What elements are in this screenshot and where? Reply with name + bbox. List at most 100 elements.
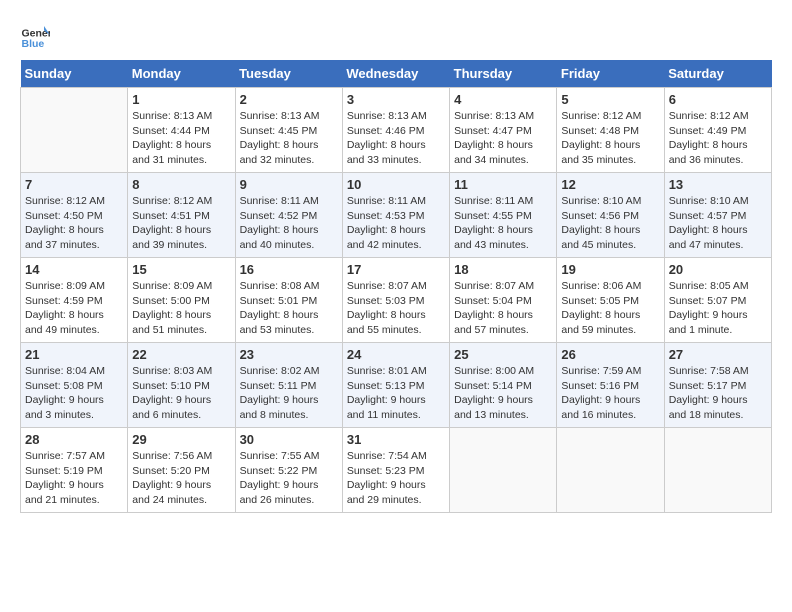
day-number: 10 — [347, 177, 445, 192]
calendar-cell: 14 Sunrise: 8:09 AMSunset: 4:59 PMDayligh… — [21, 258, 128, 343]
day-info: Sunrise: 8:06 AMSunset: 5:05 PMDaylight:… — [561, 279, 659, 338]
day-number: 9 — [240, 177, 338, 192]
calendar-cell: 30 Sunrise: 7:55 AMSunset: 5:22 PMDayligh… — [235, 428, 342, 513]
day-info: Sunrise: 8:00 AMSunset: 5:14 PMDaylight:… — [454, 364, 552, 423]
day-info: Sunrise: 8:09 AMSunset: 4:59 PMDaylight:… — [25, 279, 123, 338]
header-wednesday: Wednesday — [342, 60, 449, 88]
calendar-cell: 17 Sunrise: 8:07 AMSunset: 5:03 PMDayligh… — [342, 258, 449, 343]
calendar-cell: 21Sunrise: 8:04 AMSunset: 5:08 PMDayligh… — [21, 343, 128, 428]
calendar-cell: 12 Sunrise: 8:10 AMSunset: 4:56 PMDayligh… — [557, 173, 664, 258]
day-number: 29 — [132, 432, 230, 447]
day-number: 27 — [669, 347, 767, 362]
day-info: Sunrise: 8:13 AMSunset: 4:47 PMDaylight:… — [454, 109, 552, 168]
day-info: Sunrise: 7:56 AMSunset: 5:20 PMDaylight:… — [132, 449, 230, 508]
header-friday: Friday — [557, 60, 664, 88]
calendar-cell — [557, 428, 664, 513]
day-info: Sunrise: 7:57 AMSunset: 5:19 PMDaylight:… — [25, 449, 123, 508]
calendar-table: SundayMondayTuesdayWednesdayThursdayFrid… — [20, 60, 772, 513]
day-number: 23 — [240, 347, 338, 362]
day-number: 15 — [132, 262, 230, 277]
day-info: Sunrise: 7:55 AMSunset: 5:22 PMDaylight:… — [240, 449, 338, 508]
day-info: Sunrise: 8:13 AMSunset: 4:46 PMDaylight:… — [347, 109, 445, 168]
calendar-week-row: 1 Sunrise: 8:13 AMSunset: 4:44 PMDaylight… — [21, 88, 772, 173]
calendar-cell: 26 Sunrise: 7:59 AMSunset: 5:16 PMDayligh… — [557, 343, 664, 428]
day-number: 17 — [347, 262, 445, 277]
day-info: Sunrise: 8:12 AMSunset: 4:48 PMDaylight:… — [561, 109, 659, 168]
day-info: Sunrise: 8:12 AMSunset: 4:50 PMDaylight:… — [25, 194, 123, 253]
calendar-cell — [21, 88, 128, 173]
day-number: 31 — [347, 432, 445, 447]
calendar-cell: 10 Sunrise: 8:11 AMSunset: 4:53 PMDayligh… — [342, 173, 449, 258]
header-monday: Monday — [128, 60, 235, 88]
day-info: Sunrise: 8:12 AMSunset: 4:49 PMDaylight:… — [669, 109, 767, 168]
calendar-cell: 31 Sunrise: 7:54 AMSunset: 5:23 PMDayligh… — [342, 428, 449, 513]
day-number: 6 — [669, 92, 767, 107]
calendar-cell: 24Sunrise: 8:01 AMSunset: 5:13 PMDayligh… — [342, 343, 449, 428]
day-info: Sunrise: 8:13 AMSunset: 4:44 PMDaylight:… — [132, 109, 230, 168]
calendar-cell: 8Sunrise: 8:12 AMSunset: 4:51 PMDaylight… — [128, 173, 235, 258]
day-number: 26 — [561, 347, 659, 362]
header-sunday: Sunday — [21, 60, 128, 88]
calendar-cell: 15Sunrise: 8:09 AMSunset: 5:00 PMDayligh… — [128, 258, 235, 343]
day-info: Sunrise: 8:02 AMSunset: 5:11 PMDaylight:… — [240, 364, 338, 423]
calendar-cell: 16 Sunrise: 8:08 AMSunset: 5:01 PMDayligh… — [235, 258, 342, 343]
day-number: 19 — [561, 262, 659, 277]
day-info: Sunrise: 8:08 AMSunset: 5:01 PMDaylight:… — [240, 279, 338, 338]
day-number: 3 — [347, 92, 445, 107]
calendar-cell: 19 Sunrise: 8:06 AMSunset: 5:05 PMDayligh… — [557, 258, 664, 343]
day-info: Sunrise: 7:58 AMSunset: 5:17 PMDaylight:… — [669, 364, 767, 423]
calendar-cell — [450, 428, 557, 513]
day-number: 30 — [240, 432, 338, 447]
day-info: Sunrise: 8:11 AMSunset: 4:53 PMDaylight:… — [347, 194, 445, 253]
calendar-cell: 7 Sunrise: 8:12 AMSunset: 4:50 PMDaylight… — [21, 173, 128, 258]
calendar-cell: 29 Sunrise: 7:56 AMSunset: 5:20 PMDayligh… — [128, 428, 235, 513]
day-info: Sunrise: 8:01 AMSunset: 5:13 PMDaylight:… — [347, 364, 445, 423]
calendar-week-row: 14 Sunrise: 8:09 AMSunset: 4:59 PMDayligh… — [21, 258, 772, 343]
day-number: 1 — [132, 92, 230, 107]
day-info: Sunrise: 7:54 AMSunset: 5:23 PMDaylight:… — [347, 449, 445, 508]
calendar-cell: 2 Sunrise: 8:13 AMSunset: 4:45 PMDaylight… — [235, 88, 342, 173]
page-header: General Blue — [20, 20, 772, 50]
calendar-cell: 22 Sunrise: 8:03 AMSunset: 5:10 PMDayligh… — [128, 343, 235, 428]
day-number: 16 — [240, 262, 338, 277]
day-number: 22 — [132, 347, 230, 362]
day-number: 5 — [561, 92, 659, 107]
calendar-cell: 23 Sunrise: 8:02 AMSunset: 5:11 PMDayligh… — [235, 343, 342, 428]
day-number: 14 — [25, 262, 123, 277]
logo-icon: General Blue — [20, 20, 50, 50]
calendar-header-row: SundayMondayTuesdayWednesdayThursdayFrid… — [21, 60, 772, 88]
day-number: 4 — [454, 92, 552, 107]
calendar-cell: 1 Sunrise: 8:13 AMSunset: 4:44 PMDaylight… — [128, 88, 235, 173]
calendar-cell: 4 Sunrise: 8:13 AMSunset: 4:47 PMDaylight… — [450, 88, 557, 173]
calendar-cell: 28Sunrise: 7:57 AMSunset: 5:19 PMDayligh… — [21, 428, 128, 513]
day-number: 12 — [561, 177, 659, 192]
day-number: 18 — [454, 262, 552, 277]
calendar-cell: 6 Sunrise: 8:12 AMSunset: 4:49 PMDaylight… — [664, 88, 771, 173]
day-info: Sunrise: 8:07 AMSunset: 5:03 PMDaylight:… — [347, 279, 445, 338]
day-info: Sunrise: 8:04 AMSunset: 5:08 PMDaylight:… — [25, 364, 123, 423]
day-number: 7 — [25, 177, 123, 192]
day-number: 2 — [240, 92, 338, 107]
calendar-week-row: 7 Sunrise: 8:12 AMSunset: 4:50 PMDaylight… — [21, 173, 772, 258]
day-info: Sunrise: 7:59 AMSunset: 5:16 PMDaylight:… — [561, 364, 659, 423]
calendar-cell: 3 Sunrise: 8:13 AMSunset: 4:46 PMDaylight… — [342, 88, 449, 173]
calendar-cell: 11Sunrise: 8:11 AMSunset: 4:55 PMDayligh… — [450, 173, 557, 258]
day-info: Sunrise: 8:10 AMSunset: 4:57 PMDaylight:… — [669, 194, 767, 253]
header-saturday: Saturday — [664, 60, 771, 88]
day-number: 25 — [454, 347, 552, 362]
calendar-cell: 18 Sunrise: 8:07 AMSunset: 5:04 PMDayligh… — [450, 258, 557, 343]
day-number: 13 — [669, 177, 767, 192]
calendar-cell: 9 Sunrise: 8:11 AMSunset: 4:52 PMDaylight… — [235, 173, 342, 258]
day-info: Sunrise: 8:10 AMSunset: 4:56 PMDaylight:… — [561, 194, 659, 253]
header-tuesday: Tuesday — [235, 60, 342, 88]
day-info: Sunrise: 8:07 AMSunset: 5:04 PMDaylight:… — [454, 279, 552, 338]
day-info: Sunrise: 8:03 AMSunset: 5:10 PMDaylight:… — [132, 364, 230, 423]
calendar-cell: 13 Sunrise: 8:10 AMSunset: 4:57 PMDayligh… — [664, 173, 771, 258]
day-info: Sunrise: 8:11 AMSunset: 4:52 PMDaylight:… — [240, 194, 338, 253]
calendar-cell: 20Sunrise: 8:05 AMSunset: 5:07 PMDayligh… — [664, 258, 771, 343]
calendar-cell — [664, 428, 771, 513]
day-info: Sunrise: 8:12 AMSunset: 4:51 PMDaylight:… — [132, 194, 230, 253]
svg-text:Blue: Blue — [22, 38, 45, 50]
calendar-cell: 27 Sunrise: 7:58 AMSunset: 5:17 PMDayligh… — [664, 343, 771, 428]
day-info: Sunrise: 8:13 AMSunset: 4:45 PMDaylight:… — [240, 109, 338, 168]
